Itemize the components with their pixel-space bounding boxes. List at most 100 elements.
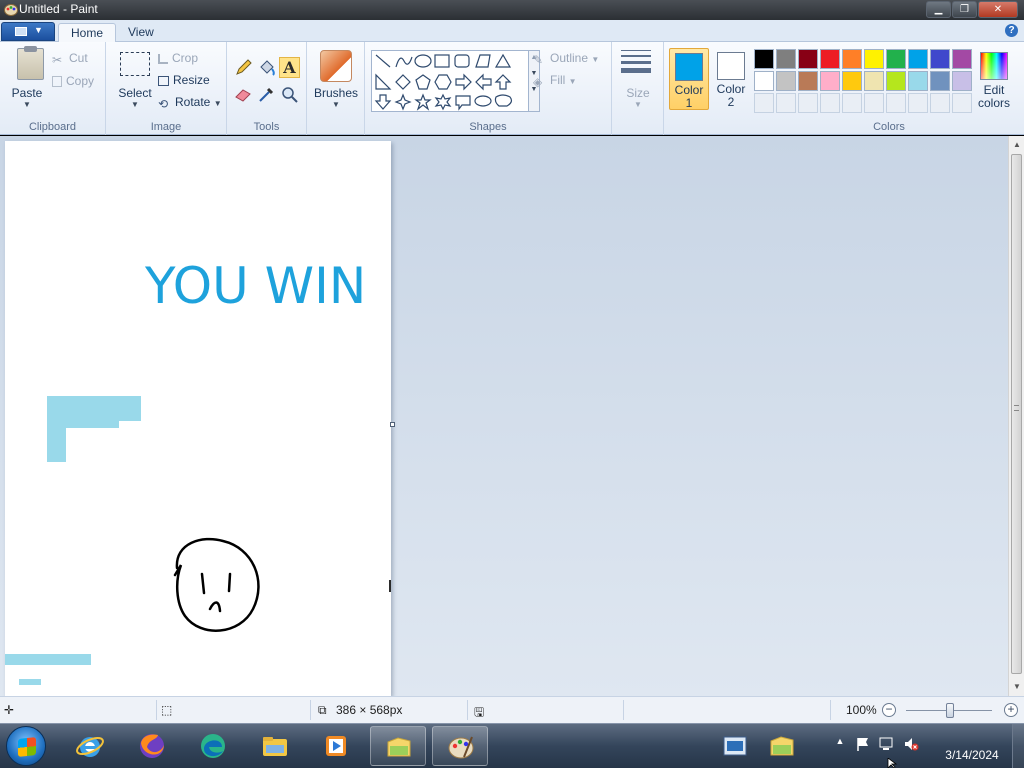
palette-custom-slot[interactable]: [842, 93, 862, 113]
zoom-in-button[interactable]: +: [1004, 703, 1018, 717]
outline-button[interactable]: ✎ Outline ▼: [533, 51, 599, 67]
start-button[interactable]: [6, 726, 46, 766]
cut-label: Cut: [69, 51, 88, 65]
drawing-canvas[interactable]: YOU WIN: [5, 141, 391, 696]
size-button[interactable]: Size ▼: [612, 42, 664, 117]
fill-button[interactable]: ◈ Fill ▼: [533, 73, 577, 89]
palette-color-swatch[interactable]: [952, 49, 972, 69]
palette-custom-slot[interactable]: [754, 93, 774, 113]
tab-view[interactable]: View: [116, 23, 166, 43]
folder-icon: [387, 737, 411, 757]
taskbar-internet-explorer[interactable]: [62, 726, 118, 766]
paste-button[interactable]: Paste ▼: [4, 42, 50, 117]
zoom-out-button[interactable]: −: [882, 703, 896, 717]
palette-custom-slot[interactable]: [820, 93, 840, 113]
palette-color-swatch[interactable]: [798, 71, 818, 91]
rotate-button[interactable]: ⟲ Rotate ▼: [158, 95, 222, 111]
palette-color-swatch[interactable]: [864, 49, 884, 69]
size-label: Size: [626, 86, 650, 100]
minimize-button[interactable]: ▁: [926, 1, 951, 18]
taskbar-system-window[interactable]: [708, 726, 762, 766]
maximize-button[interactable]: ❐: [952, 1, 977, 18]
magnifier-tool[interactable]: [279, 84, 300, 105]
canvas-edge-marker: [389, 580, 391, 592]
network-button[interactable]: [878, 736, 894, 752]
canvas-workspace: YOU WIN: [0, 136, 1008, 696]
palette-color-swatch[interactable]: [864, 71, 884, 91]
palette-color-swatch[interactable]: [952, 71, 972, 91]
crop-button[interactable]: Crop: [158, 51, 198, 65]
palette-custom-slot[interactable]: [952, 93, 972, 113]
palette-color-swatch[interactable]: [820, 71, 840, 91]
palette-custom-slot[interactable]: [864, 93, 884, 113]
taskbar-media-player[interactable]: [308, 726, 364, 766]
taskbar-paint[interactable]: [432, 726, 488, 766]
select-label: Select: [118, 86, 152, 100]
clipboard-group: Paste ▼ ✂ Cut Copy Clipboard: [0, 42, 106, 135]
fill-tool[interactable]: [256, 57, 277, 78]
palette-color-swatch[interactable]: [754, 49, 774, 69]
palette-color-swatch[interactable]: [776, 49, 796, 69]
show-desktop-button[interactable]: [1012, 724, 1024, 768]
clock[interactable]: 3/14/2024: [932, 728, 1012, 764]
help-icon[interactable]: ?: [1005, 24, 1018, 37]
scrollbar-thumb[interactable]: [1011, 154, 1022, 674]
palette-custom-slot[interactable]: [908, 93, 928, 113]
tools-group-label: Tools: [253, 121, 280, 133]
edit-colors-button[interactable]: Edit colors: [975, 49, 1013, 110]
palette-color-swatch[interactable]: [908, 49, 928, 69]
show-hidden-icons-button[interactable]: ▲: [832, 736, 848, 752]
rotate-icon: ⟲: [158, 97, 169, 111]
palette-color-swatch[interactable]: [798, 49, 818, 69]
color2-button[interactable]: Color 2: [711, 48, 751, 110]
brushes-button[interactable]: Brushes ▼: [310, 42, 362, 117]
paint-app-icon[interactable]: [4, 3, 18, 16]
color-picker-tool[interactable]: [256, 84, 277, 105]
palette-color-swatch[interactable]: [842, 71, 862, 91]
scroll-down-arrow-icon[interactable]: ▼: [1013, 682, 1021, 691]
taskbar-pinned-folder[interactable]: [762, 726, 802, 766]
palette-custom-slot[interactable]: [776, 93, 796, 113]
pencil-icon: [236, 59, 252, 75]
eraser-tool[interactable]: [233, 84, 254, 105]
select-button[interactable]: Select ▼: [110, 42, 160, 117]
palette-color-swatch[interactable]: [820, 49, 840, 69]
color1-button[interactable]: Color 1: [669, 48, 709, 110]
action-center-flag-button[interactable]: [855, 736, 871, 752]
taskbar: ▲ 3/14/2024: [0, 723, 1024, 768]
palette-custom-slot[interactable]: [930, 93, 950, 113]
close-button[interactable]: ✕: [978, 1, 1018, 18]
rotate-label: Rotate: [175, 95, 211, 109]
pencil-tool[interactable]: [233, 57, 254, 78]
palette-color-swatch[interactable]: [908, 71, 928, 91]
palette-color-swatch[interactable]: [886, 49, 906, 69]
palette-color-swatch[interactable]: [842, 49, 862, 69]
paint-menu-button[interactable]: ▼: [1, 22, 55, 41]
cursor-position-icon: ✛: [4, 703, 15, 717]
taskbar-edge[interactable]: [185, 726, 241, 766]
palette-custom-slot[interactable]: [798, 93, 818, 113]
taskbar-firefox[interactable]: [124, 726, 180, 766]
resize-button[interactable]: Resize: [158, 73, 210, 87]
taskbar-folder-window[interactable]: [370, 726, 426, 766]
vertical-scrollbar[interactable]: ▲ ▼: [1008, 136, 1024, 696]
edit-colors-label-2: colors: [977, 96, 1010, 110]
canvas-resize-handle-right[interactable]: [390, 422, 395, 427]
taskbar-file-explorer[interactable]: [247, 726, 303, 766]
copy-button[interactable]: Copy: [52, 74, 94, 88]
tab-home[interactable]: Home: [58, 23, 117, 43]
palette-color-swatch[interactable]: [776, 71, 796, 91]
resize-label: Resize: [173, 73, 210, 87]
palette-color-swatch[interactable]: [930, 49, 950, 69]
zoom-slider-thumb[interactable]: [946, 703, 954, 718]
volume-muted-icon: [905, 738, 919, 751]
palette-color-swatch[interactable]: [930, 71, 950, 91]
palette-color-swatch[interactable]: [754, 71, 774, 91]
volume-button[interactable]: [903, 736, 919, 752]
scroll-up-arrow-icon[interactable]: ▲: [1013, 140, 1021, 149]
palette-color-swatch[interactable]: [886, 71, 906, 91]
cut-button[interactable]: ✂ Cut: [52, 51, 88, 67]
text-tool[interactable]: A: [279, 57, 300, 78]
light-blue-dash: [19, 679, 41, 685]
palette-custom-slot[interactable]: [886, 93, 906, 113]
